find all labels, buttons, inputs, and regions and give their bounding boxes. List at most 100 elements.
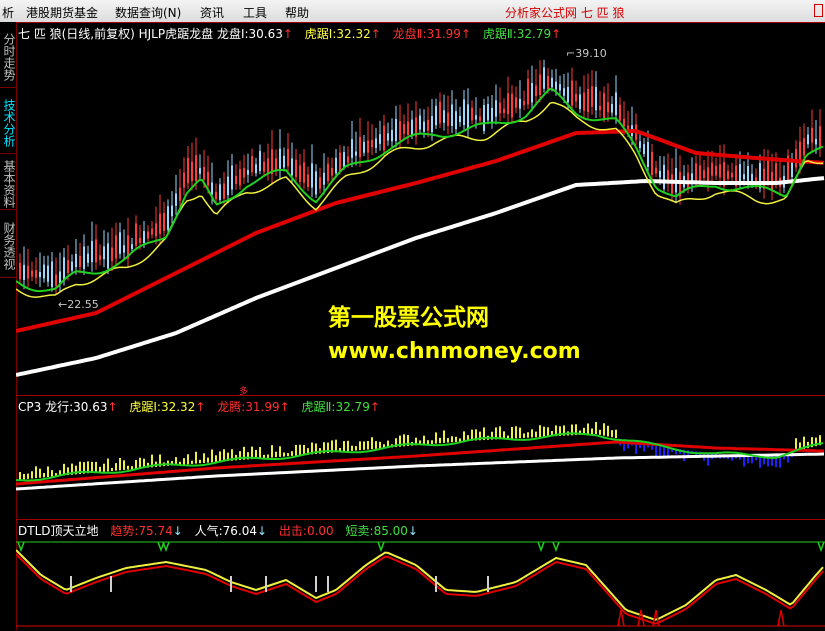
candle-body — [463, 99, 465, 126]
sub-bar — [363, 441, 365, 450]
candle-body — [499, 102, 501, 114]
sub-bar — [531, 429, 533, 438]
sub-bar — [359, 441, 361, 451]
sub-bar — [211, 449, 213, 463]
tab-technical-analysis[interactable]: 技术分析 — [0, 88, 16, 154]
candle-body — [75, 254, 77, 268]
candle-body — [55, 274, 57, 286]
sell-signal-marker — [377, 541, 385, 553]
candle-body — [547, 75, 549, 90]
candle-body — [107, 243, 109, 269]
osc-red-line — [16, 553, 824, 625]
sub-bar — [347, 440, 349, 452]
candle-body — [423, 121, 425, 132]
main-chart-panel[interactable]: 七 匹 狼(日线,前复权) HJLP虎踞龙盘 龙盘Ⅰ:30.63↑ 虎踞Ⅰ:32… — [16, 22, 825, 397]
candle-body — [455, 111, 457, 130]
candle-body — [523, 101, 525, 106]
candle-body — [147, 231, 149, 239]
window-control-box[interactable] — [814, 4, 823, 17]
sub-bar — [95, 461, 97, 473]
legend-l3-value: 31.99 — [245, 400, 280, 414]
legend-l4-value: 32.79 — [516, 27, 552, 41]
menu-item-hk-futures-funds[interactable]: 港股期货基金 — [26, 4, 98, 21]
attack-signal-spike — [777, 609, 785, 627]
down-arrow-icon: ↓ — [257, 524, 268, 538]
candle-body — [331, 168, 333, 176]
up-arrow-icon: ↑ — [370, 27, 381, 41]
sub-bar — [47, 466, 49, 478]
candle-body — [395, 118, 397, 141]
candle-body — [351, 139, 353, 158]
candle-body — [163, 212, 165, 232]
candle-body — [559, 84, 561, 91]
candle-body — [91, 241, 93, 262]
sub-bar — [187, 454, 189, 465]
sub-bar — [443, 430, 445, 443]
up-arrow-icon: ↑ — [195, 400, 206, 414]
candle-body — [487, 104, 489, 121]
candle-body — [367, 140, 369, 153]
candle-body — [791, 161, 793, 177]
candle-body — [819, 126, 821, 149]
candle-body — [503, 108, 505, 114]
sub-bar — [127, 465, 129, 470]
candle-body — [579, 94, 581, 110]
candle-body — [323, 172, 325, 185]
candle-body — [311, 163, 313, 188]
candle-body — [255, 164, 257, 174]
candle-body — [627, 125, 629, 130]
candle-body — [27, 265, 29, 279]
tab-intraday[interactable]: 分时走势 — [0, 22, 16, 88]
legend-prefix: CP3 — [18, 400, 42, 414]
legend-l1-label: 趋势: — [110, 524, 139, 538]
candle-body — [467, 104, 469, 130]
sub-bar — [39, 468, 41, 478]
sub-bar — [191, 460, 193, 464]
menu-item-news[interactable]: 资讯 — [200, 4, 224, 21]
candle-body — [95, 239, 97, 263]
candle-body — [167, 206, 169, 230]
candle-body — [599, 105, 601, 111]
menu-item-data-query[interactable]: 数据查询(N) — [115, 4, 181, 21]
legend-l3-value: 31.99 — [426, 27, 461, 41]
sell-signal-marker — [162, 541, 170, 553]
menu-item-tools[interactable]: 工具 — [243, 4, 267, 21]
candle-body — [347, 156, 349, 163]
candle-body — [567, 87, 569, 103]
candle-body — [23, 264, 25, 280]
menu-item-analysis[interactable]: 析 — [2, 4, 14, 21]
candle-body — [139, 237, 141, 244]
candle-body — [623, 118, 625, 127]
tab-basic-info[interactable]: 基本资料 — [0, 154, 16, 210]
candle-body — [587, 88, 589, 113]
tab-financial[interactable]: 财务透视 — [0, 210, 16, 278]
candle-body — [403, 124, 405, 134]
candle-body — [739, 164, 741, 182]
candle-body — [511, 93, 513, 118]
candle-body — [375, 138, 377, 148]
candle-body — [699, 165, 701, 181]
sub-bar — [595, 421, 597, 434]
sub-bar — [139, 457, 141, 469]
candle-body — [807, 134, 809, 145]
sub-bar — [199, 459, 201, 464]
candle-body — [563, 88, 565, 96]
up-arrow-icon: ↑ — [282, 27, 293, 41]
sub-bar — [219, 451, 221, 462]
oscillator-panel[interactable]: DTLD顶天立地 趋势:75.74↓ 人气:76.04↓ 出击:0.00 短卖:… — [16, 519, 825, 631]
candle-body — [603, 93, 605, 119]
sub-bar — [447, 438, 449, 443]
candle-body — [303, 162, 305, 183]
candle-body — [615, 92, 617, 116]
sub-bar — [195, 451, 197, 464]
candle-body — [35, 270, 37, 278]
legend-l4-value: 85.00 — [373, 524, 408, 538]
candle-body — [619, 104, 621, 121]
legend-l4-label: 虎踞Ⅱ: — [301, 400, 336, 414]
sub-bar — [591, 428, 593, 435]
sell-signal-marker — [552, 541, 560, 553]
menu-item-help[interactable]: 帮助 — [285, 4, 309, 21]
candle-body — [495, 100, 497, 117]
candle-body — [803, 138, 805, 156]
sub-chart-panel[interactable]: CP3 龙行:30.63↑ 虎踞Ⅰ:32.32↑ 龙腾:31.99↑ 虎踞Ⅱ:3… — [16, 395, 825, 520]
